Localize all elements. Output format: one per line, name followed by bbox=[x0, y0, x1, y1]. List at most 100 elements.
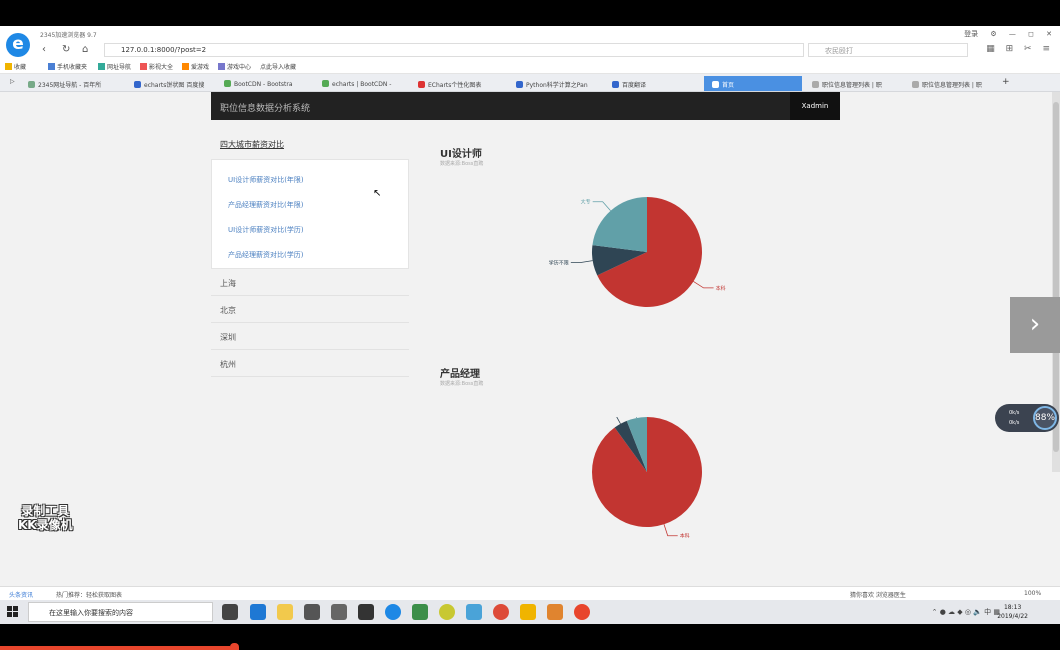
sidebar-item-beijing[interactable]: 北京 bbox=[211, 296, 409, 323]
mail-icon[interactable] bbox=[331, 604, 347, 620]
terminal-icon[interactable] bbox=[358, 604, 374, 620]
refresh-icon[interactable]: ↻ bbox=[62, 44, 70, 55]
sidebar: 四大城市薪资对比 UI设计师薪资对比(年限) 产品经理薪资对比(年限) UI设计… bbox=[211, 130, 409, 377]
status-right-links[interactable]: 猜你喜欢 浏览器医生 bbox=[850, 590, 906, 599]
chart-subtitle-ui: 数据来源:Boss直聘 bbox=[440, 161, 484, 167]
news-link[interactable]: 头条资讯 bbox=[9, 590, 33, 599]
chart-title-ui: UI设计师 bbox=[440, 149, 482, 160]
browser-tab-active[interactable]: 首页 bbox=[704, 76, 802, 91]
star-icon bbox=[5, 63, 12, 70]
folder-icon[interactable] bbox=[277, 604, 293, 620]
tab-bar: ▷ 2345网址导航 - 百年所 echarts饼状图 百度搜 BootCDN … bbox=[0, 74, 1060, 92]
pie-label: 本科 bbox=[680, 533, 690, 540]
back-icon[interactable]: ‹ bbox=[42, 44, 46, 55]
sidebar-item-ui-education[interactable]: UI设计师薪资对比(学历) bbox=[212, 218, 408, 243]
chart-title-pm: 产品经理 bbox=[440, 369, 480, 380]
favorite-item[interactable]: 爱游戏 bbox=[182, 62, 209, 71]
favorite-item[interactable]: 游戏中心 bbox=[218, 62, 251, 71]
pie-label-line bbox=[592, 201, 611, 212]
app-title: 职位信息数据分析系统 bbox=[220, 104, 311, 114]
page-content: 职位信息数据分析系统 Xadmin 四大城市薪资对比 UI设计师薪资对比(年限)… bbox=[0, 92, 1060, 586]
edge-icon[interactable] bbox=[250, 604, 266, 620]
pie-label: 学历不限 bbox=[549, 259, 569, 266]
recorder-watermark: 录制工具 KK录像机 bbox=[18, 504, 73, 532]
pie-label: 大专 bbox=[581, 199, 591, 206]
favorite-item[interactable]: 收藏 bbox=[5, 62, 26, 71]
app-icon[interactable] bbox=[439, 604, 455, 620]
next-arrow-button[interactable]: › bbox=[1010, 297, 1060, 353]
toolbar-icons[interactable]: ▦ ⊞ ✂ ≡ bbox=[986, 44, 1050, 54]
favorite-item[interactable]: 影视大全 bbox=[140, 62, 173, 71]
favorites-bar: 收藏 手机收藏夹 网址导航 影视大全 爱游戏 游戏中心 点此导入收藏 bbox=[0, 58, 1060, 74]
upload-speed: 0k/s bbox=[1009, 410, 1020, 416]
windows-start-icon[interactable] bbox=[7, 606, 18, 617]
favorite-item[interactable]: 网址导航 bbox=[98, 62, 131, 71]
address-bar[interactable]: 127.0.0.1:8000/?post=2 bbox=[104, 43, 804, 57]
home-icon[interactable]: ⌂ bbox=[82, 44, 88, 55]
import-favorites-link[interactable]: 点此导入收藏 bbox=[260, 62, 296, 71]
user-menu[interactable]: Xadmin bbox=[790, 92, 840, 120]
app-header: 职位信息数据分析系统 Xadmin bbox=[211, 92, 840, 120]
hot-recommend[interactable]: 热门推荐：轻松获取图表 bbox=[56, 590, 122, 599]
pie-label-line bbox=[663, 524, 678, 537]
browser-tab[interactable]: ECharts个性化图表 bbox=[410, 76, 516, 91]
pie-label-line bbox=[570, 260, 593, 263]
browser-window: e 2345加速浏览器 9.7 登录 ⚙ — ◻ ✕ ‹ ↻ ⌂ 127.0.0… bbox=[0, 26, 1060, 624]
taskbar: 在这里输入你要搜索的内容 ⌃ ● ☁ ◆ ◎ 🔈 中 ▦ 18:13 2019/… bbox=[0, 600, 1060, 624]
pycharm-icon[interactable] bbox=[412, 604, 428, 620]
window-controls[interactable]: 登录 ⚙ — ◻ ✕ bbox=[964, 29, 1052, 39]
gamepad-icon bbox=[218, 63, 225, 70]
browser-tab[interactable]: BootCDN - Bootstra bbox=[216, 76, 322, 91]
globe-icon bbox=[98, 63, 105, 70]
sidebar-header[interactable]: 四大城市薪资对比 bbox=[211, 130, 409, 159]
recording-indicator bbox=[230, 643, 239, 650]
pie-label-line bbox=[616, 417, 621, 424]
browser-tab[interactable]: 2345网址导航 - 百年所 bbox=[20, 76, 126, 91]
sidebar-item-pm-education[interactable]: 产品经理薪资对比(学历) bbox=[212, 243, 408, 268]
system-tray-icons[interactable]: ⌃ ● ☁ ◆ ◎ 🔈 中 ▦ bbox=[932, 607, 1000, 617]
scrollbar-thumb[interactable] bbox=[1053, 102, 1059, 452]
sublime-icon[interactable] bbox=[547, 604, 563, 620]
chrome-icon[interactable] bbox=[493, 604, 509, 620]
status-bar: 头条资讯 热门推荐：轻松获取图表 猜你喜欢 浏览器医生 100% bbox=[0, 586, 1060, 600]
film-icon bbox=[140, 63, 147, 70]
pie-chart-ui: 本科 学历不限 大专 bbox=[549, 197, 726, 307]
browser-tab[interactable]: 百度翻译 bbox=[604, 76, 702, 91]
zoom-level[interactable]: 100% bbox=[1024, 590, 1041, 597]
browser-logo-icon: e bbox=[6, 33, 30, 57]
browser-tab[interactable]: 职位信息管理列表 | 职 bbox=[904, 76, 996, 91]
login-link[interactable]: 登录 bbox=[964, 30, 978, 38]
app-icon[interactable] bbox=[466, 604, 482, 620]
new-tab-icon[interactable]: + bbox=[1002, 77, 1010, 87]
browser-task-icon[interactable] bbox=[385, 604, 401, 620]
browser-tab[interactable]: Python科学计算之Pan bbox=[508, 76, 614, 91]
pie-label: 本科 bbox=[716, 285, 726, 292]
sidebar-item-shenzhen[interactable]: 深圳 bbox=[211, 323, 409, 350]
memory-percent: 88% bbox=[1033, 406, 1057, 430]
search-input[interactable]: 农民殴打 bbox=[808, 43, 968, 57]
browser-tab[interactable]: 职位信息管理列表 | 职 bbox=[804, 76, 902, 91]
pie-slice[interactable] bbox=[592, 197, 647, 252]
app-icon[interactable] bbox=[520, 604, 536, 620]
pie-label-line bbox=[636, 417, 638, 419]
clock[interactable]: 18:13 2019/4/22 bbox=[997, 603, 1028, 621]
sidebar-item-shanghai[interactable]: 上海 bbox=[211, 269, 409, 296]
taskbar-search-input[interactable]: 在这里输入你要搜索的内容 bbox=[28, 602, 213, 622]
task-view-icon[interactable] bbox=[222, 604, 238, 620]
phone-icon bbox=[48, 63, 55, 70]
network-speed-widget[interactable]: 0k/s 0k/s 88% bbox=[995, 404, 1059, 432]
download-speed: 0k/s bbox=[1009, 420, 1020, 426]
pie-label-line bbox=[693, 281, 714, 289]
store-icon[interactable] bbox=[304, 604, 320, 620]
recorder-icon[interactable] bbox=[574, 604, 590, 620]
chart-subtitle-pm: 数据来源:Boss直聘 bbox=[440, 381, 484, 387]
sidebar-item-hangzhou[interactable]: 杭州 bbox=[211, 350, 409, 377]
browser-tab[interactable]: echarts | BootCDN - bbox=[314, 76, 420, 91]
recording-progress-bar bbox=[0, 646, 230, 650]
title-bar: 2345加速浏览器 9.7 登录 ⚙ — ◻ ✕ bbox=[0, 26, 1060, 42]
game-icon bbox=[182, 63, 189, 70]
nav-bar: ‹ ↻ ⌂ 127.0.0.1:8000/?post=2 农民殴打 ▦ ⊞ ✂ … bbox=[0, 42, 1060, 58]
mouse-cursor-icon: ↖ bbox=[373, 188, 382, 199]
favorite-item[interactable]: 手机收藏夹 bbox=[48, 62, 87, 71]
tab-list-icon[interactable]: ▷ bbox=[10, 78, 15, 85]
